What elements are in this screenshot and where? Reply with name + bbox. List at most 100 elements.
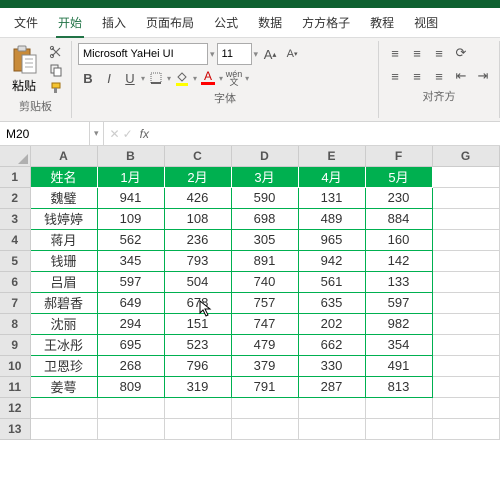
- cell-A9[interactable]: 王冰彤: [30, 334, 97, 355]
- cell-C5[interactable]: 793: [164, 250, 231, 271]
- cell-B3[interactable]: 109: [97, 208, 164, 229]
- cell-E11[interactable]: 287: [298, 376, 365, 397]
- col-head-F[interactable]: F: [365, 146, 432, 166]
- cell-G5[interactable]: [432, 250, 499, 271]
- cell-B12[interactable]: [97, 397, 164, 418]
- cell-F9[interactable]: 354: [365, 334, 432, 355]
- cell-G12[interactable]: [432, 397, 499, 418]
- indent-dec-button[interactable]: ⇤: [451, 66, 471, 86]
- align-center-button[interactable]: ≡: [407, 66, 427, 86]
- cell-G11[interactable]: [432, 376, 499, 397]
- cell-E8[interactable]: 202: [298, 313, 365, 334]
- tab-view[interactable]: 视图: [404, 8, 448, 37]
- cell-E12[interactable]: [298, 397, 365, 418]
- cell-C9[interactable]: 523: [164, 334, 231, 355]
- cell-B10[interactable]: 268: [97, 355, 164, 376]
- cell-B11[interactable]: 809: [97, 376, 164, 397]
- cell-E4[interactable]: 965: [298, 229, 365, 250]
- spreadsheet-grid[interactable]: ABCDEFG1姓名1月2月3月4月5月2魏璧9414265901312303钱…: [0, 146, 500, 440]
- enter-icon[interactable]: ✓: [123, 127, 133, 141]
- formula-input[interactable]: [159, 122, 500, 145]
- cell-A12[interactable]: [30, 397, 97, 418]
- align-middle-button[interactable]: ≡: [407, 43, 427, 63]
- cell-G10[interactable]: [432, 355, 499, 376]
- cell-E5[interactable]: 942: [298, 250, 365, 271]
- cell-B4[interactable]: 562: [97, 229, 164, 250]
- cell-G3[interactable]: [432, 208, 499, 229]
- cell-E6[interactable]: 561: [298, 271, 365, 292]
- cell-A3[interactable]: 钱婷婷: [30, 208, 97, 229]
- row-head-12[interactable]: 12: [0, 397, 30, 418]
- cell-D9[interactable]: 479: [231, 334, 298, 355]
- border-button[interactable]: [146, 68, 166, 88]
- cell-C1[interactable]: 2月: [164, 166, 231, 187]
- cell-F4[interactable]: 160: [365, 229, 432, 250]
- cell-A4[interactable]: 蒋月: [30, 229, 97, 250]
- cell-C13[interactable]: [164, 418, 231, 439]
- col-head-B[interactable]: B: [97, 146, 164, 166]
- row-head-13[interactable]: 13: [0, 418, 30, 439]
- row-head-3[interactable]: 3: [0, 208, 30, 229]
- cell-E7[interactable]: 635: [298, 292, 365, 313]
- cell-F13[interactable]: [365, 418, 432, 439]
- col-head-E[interactable]: E: [298, 146, 365, 166]
- cut-button[interactable]: [47, 44, 65, 60]
- cell-G8[interactable]: [432, 313, 499, 334]
- format-painter-button[interactable]: [47, 80, 65, 96]
- col-head-A[interactable]: A: [30, 146, 97, 166]
- font-size-select[interactable]: [217, 43, 252, 65]
- cell-B13[interactable]: [97, 418, 164, 439]
- col-head-G[interactable]: G: [432, 146, 499, 166]
- cell-C10[interactable]: 796: [164, 355, 231, 376]
- fill-color-button[interactable]: [172, 68, 192, 88]
- cell-G4[interactable]: [432, 229, 499, 250]
- align-top-button[interactable]: ≡: [385, 43, 405, 63]
- tab-ffgz[interactable]: 方方格子: [292, 8, 360, 37]
- row-head-10[interactable]: 10: [0, 355, 30, 376]
- indent-inc-button[interactable]: ⇥: [473, 66, 493, 86]
- cell-B5[interactable]: 345: [97, 250, 164, 271]
- cell-E2[interactable]: 131: [298, 187, 365, 208]
- col-head-D[interactable]: D: [231, 146, 298, 166]
- tab-file[interactable]: 文件: [4, 8, 48, 37]
- cell-E10[interactable]: 330: [298, 355, 365, 376]
- row-head-9[interactable]: 9: [0, 334, 30, 355]
- cell-G6[interactable]: [432, 271, 499, 292]
- cell-B1[interactable]: 1月: [97, 166, 164, 187]
- row-head-8[interactable]: 8: [0, 313, 30, 334]
- cell-F10[interactable]: 491: [365, 355, 432, 376]
- cell-D3[interactable]: 698: [231, 208, 298, 229]
- cell-E13[interactable]: [298, 418, 365, 439]
- tab-data[interactable]: 数据: [248, 8, 292, 37]
- cell-G2[interactable]: [432, 187, 499, 208]
- row-head-4[interactable]: 4: [0, 229, 30, 250]
- cell-D5[interactable]: 891: [231, 250, 298, 271]
- phonetic-button[interactable]: wén文: [224, 68, 244, 88]
- cell-C12[interactable]: [164, 397, 231, 418]
- cell-D1[interactable]: 3月: [231, 166, 298, 187]
- cell-D6[interactable]: 740: [231, 271, 298, 292]
- tab-home[interactable]: 开始: [48, 8, 92, 37]
- italic-button[interactable]: I: [99, 68, 119, 88]
- cell-D12[interactable]: [231, 397, 298, 418]
- cell-F1[interactable]: 5月: [365, 166, 432, 187]
- cell-A6[interactable]: 吕眉: [30, 271, 97, 292]
- cell-G7[interactable]: [432, 292, 499, 313]
- row-head-2[interactable]: 2: [0, 187, 30, 208]
- cell-F5[interactable]: 142: [365, 250, 432, 271]
- row-head-6[interactable]: 6: [0, 271, 30, 292]
- cell-D7[interactable]: 757: [231, 292, 298, 313]
- cell-D13[interactable]: [231, 418, 298, 439]
- cell-A13[interactable]: [30, 418, 97, 439]
- row-head-11[interactable]: 11: [0, 376, 30, 397]
- grow-font-button[interactable]: A▴: [260, 44, 280, 64]
- cell-A1[interactable]: 姓名: [30, 166, 97, 187]
- cell-B7[interactable]: 649: [97, 292, 164, 313]
- cell-D10[interactable]: 379: [231, 355, 298, 376]
- cell-C6[interactable]: 504: [164, 271, 231, 292]
- shrink-font-button[interactable]: A▾: [282, 44, 302, 64]
- align-bottom-button[interactable]: ≡: [429, 43, 449, 63]
- row-head-5[interactable]: 5: [0, 250, 30, 271]
- cell-D8[interactable]: 747: [231, 313, 298, 334]
- cell-G13[interactable]: [432, 418, 499, 439]
